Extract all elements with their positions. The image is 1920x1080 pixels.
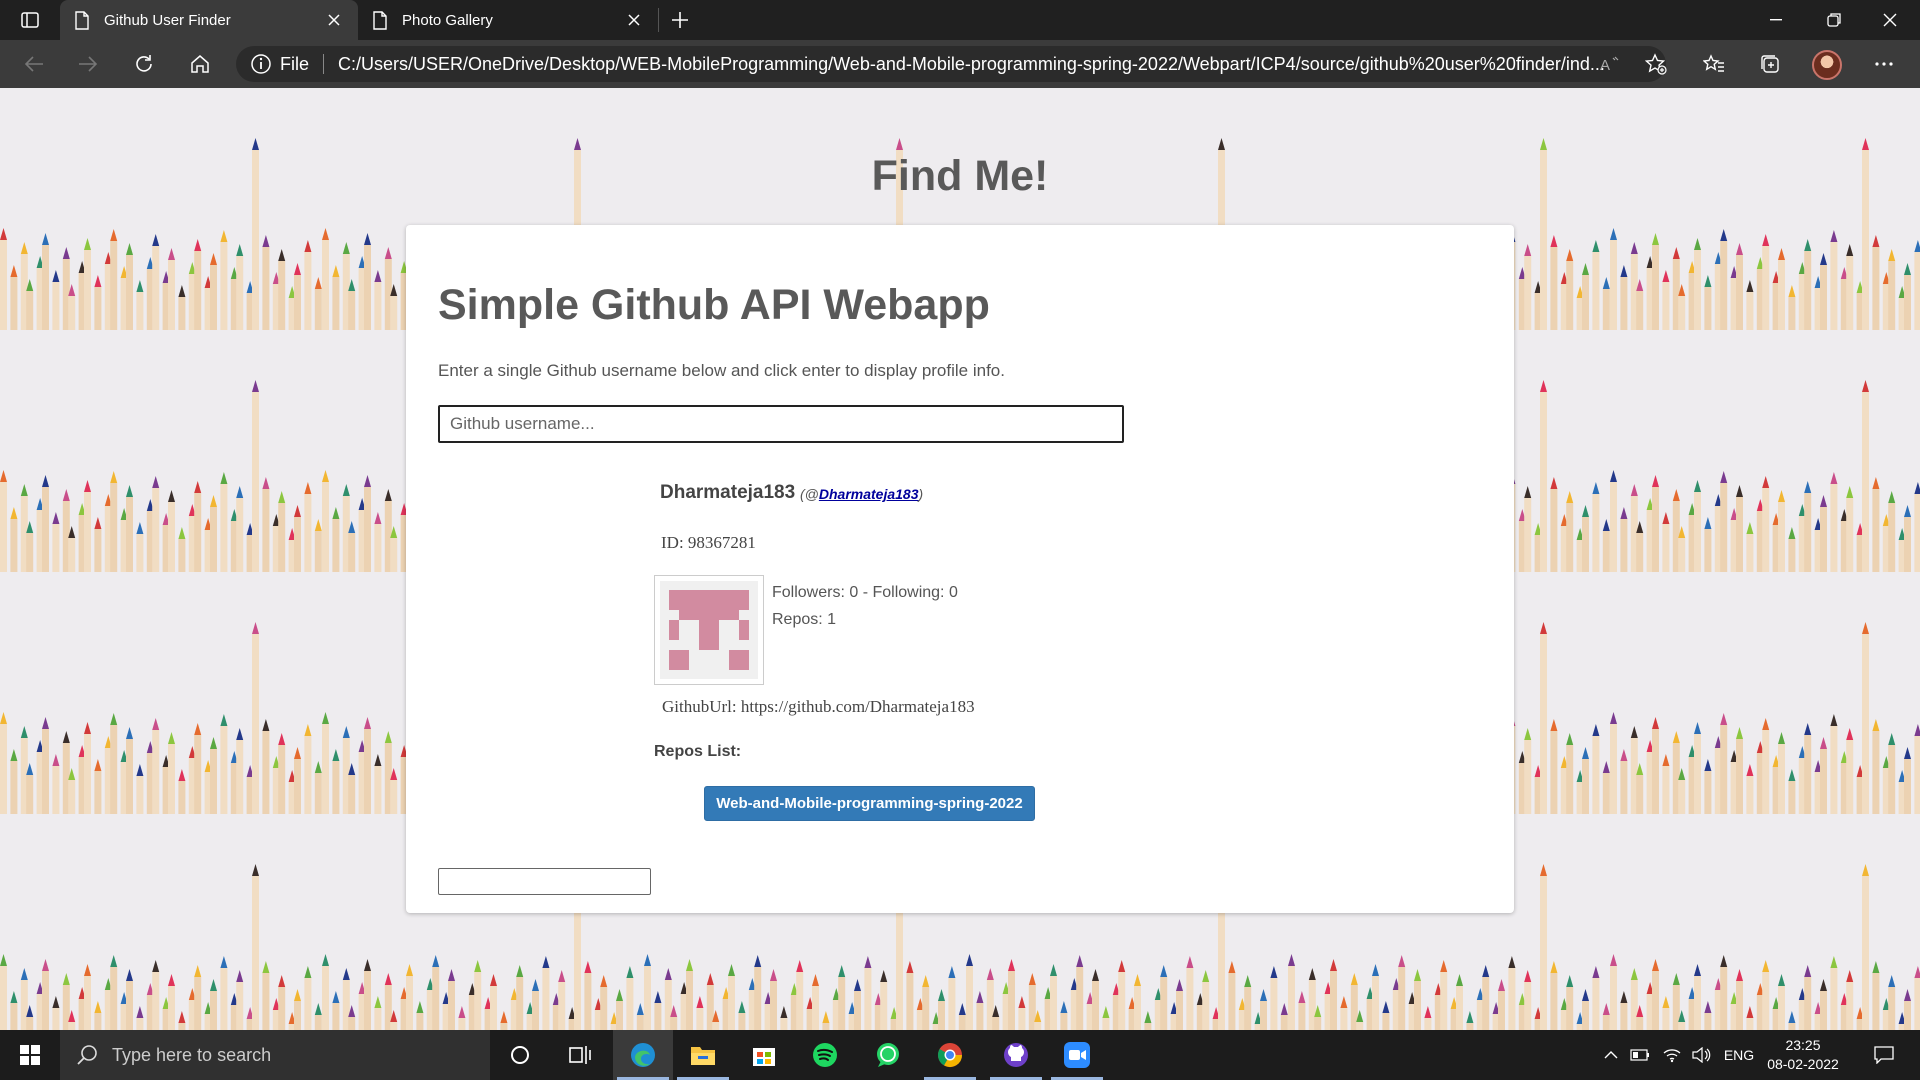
read-aloud-icon[interactable]: A	[1594, 48, 1626, 80]
file-explorer-icon[interactable]	[673, 1030, 733, 1080]
close-icon[interactable]	[1862, 0, 1918, 40]
address-bar[interactable]: File C:/Users/USER/OneDrive/Desktop/WEB-…	[236, 46, 1666, 82]
github-desktop-icon[interactable]	[986, 1030, 1046, 1080]
taskbar-search-placeholder: Type here to search	[112, 1044, 272, 1065]
battery-icon[interactable]	[1626, 1030, 1654, 1080]
github-username-input[interactable]	[438, 405, 1124, 443]
page-viewport: Find Me! Simple Github API Webapp Enter …	[0, 88, 1920, 1030]
info-icon[interactable]	[250, 53, 272, 75]
clock-time: 23:25	[1785, 1037, 1821, 1053]
task-view-icon[interactable]	[550, 1030, 610, 1080]
chevron-up-icon[interactable]	[1598, 1030, 1624, 1080]
tab-label: Github User Finder	[104, 11, 231, 29]
profile-id: ID: 98367281	[661, 533, 756, 552]
avatar	[654, 575, 764, 685]
close-icon[interactable]	[324, 10, 344, 30]
profile-stats: Followers: 0 - Following: 0 Repos: 1	[772, 579, 958, 633]
handle-suffix: )	[918, 486, 924, 502]
browser-toolbar: File C:/Users/USER/OneDrive/Desktop/WEB-…	[0, 40, 1920, 88]
windows-start-icon[interactable]	[0, 1030, 60, 1080]
notifications-icon[interactable]	[1864, 1030, 1904, 1080]
spotify-icon[interactable]	[795, 1030, 855, 1080]
cortana-icon[interactable]	[490, 1030, 550, 1080]
tab-label: Photo Gallery	[402, 11, 493, 29]
repos-list-heading: Repos List:	[654, 743, 742, 760]
more-icon[interactable]	[1868, 48, 1900, 80]
forward-icon[interactable]	[72, 48, 104, 80]
profile-name: Dharmateja183	[660, 482, 796, 503]
profile-handle-link[interactable]: Dharmateja183	[819, 486, 919, 502]
volume-icon[interactable]	[1688, 1030, 1716, 1080]
favorites-icon[interactable]	[1698, 48, 1730, 80]
sidebar-toggle-icon[interactable]	[16, 8, 44, 32]
handle-prefix: (@	[800, 486, 819, 502]
address-separator	[323, 54, 325, 74]
plus-icon[interactable]	[666, 6, 694, 34]
profile-handle: (@Dharmateja183)	[800, 486, 923, 502]
scheme-label: File	[280, 53, 310, 74]
card-title: Simple Github API Webapp	[438, 281, 990, 329]
github-url-text: GithubUrl: https://github.com/Dharmateja…	[662, 697, 975, 716]
taskbar-clock[interactable]: 23:25 08-02-2022	[1760, 1036, 1846, 1074]
empty-text-box[interactable]	[438, 868, 651, 895]
language-indicator[interactable]: ENG	[1718, 1030, 1760, 1080]
refresh-icon[interactable]	[128, 48, 160, 80]
close-icon[interactable]	[624, 10, 644, 30]
whatsapp-icon[interactable]	[858, 1030, 918, 1080]
microsoft-store-icon[interactable]	[734, 1030, 794, 1080]
minimize-icon[interactable]	[1748, 0, 1804, 40]
back-icon[interactable]	[18, 48, 50, 80]
windows-taskbar: Type here to search ENG 23:25 08-02-2022	[0, 1030, 1920, 1080]
chrome-icon[interactable]	[920, 1030, 980, 1080]
collections-icon[interactable]	[1754, 48, 1786, 80]
intro-text: Enter a single Github username below and…	[438, 361, 1005, 380]
restore-icon[interactable]	[1806, 0, 1862, 40]
profile-avatar[interactable]	[1812, 50, 1842, 80]
main-card: Simple Github API Webapp Enter a single …	[406, 225, 1514, 913]
wifi-icon[interactable]	[1658, 1030, 1686, 1080]
page-icon	[372, 10, 388, 30]
edge-icon[interactable]	[613, 1030, 673, 1080]
search-icon	[76, 1044, 98, 1066]
page-icon	[74, 10, 90, 30]
tab-github-user-finder[interactable]: Github User Finder	[60, 0, 358, 40]
svg-text:A: A	[1600, 57, 1610, 73]
tab-divider	[658, 8, 659, 32]
taskbar-search-box[interactable]: Type here to search	[60, 1030, 490, 1080]
browser-tab-bar: Github User Finder Photo Gallery	[0, 0, 1920, 40]
url-text[interactable]: C:/Users/USER/OneDrive/Desktop/WEB-Mobil…	[338, 54, 1666, 75]
repos-count-text: Repos: 1	[772, 611, 837, 628]
tab-photo-gallery[interactable]: Photo Gallery	[358, 0, 658, 40]
clock-date: 08-02-2022	[1767, 1056, 1839, 1072]
add-favorite-icon[interactable]	[1640, 48, 1672, 80]
zoom-icon[interactable]	[1047, 1030, 1107, 1080]
identicon-image	[660, 581, 758, 679]
followers-following-text: Followers: 0 - Following: 0	[772, 584, 958, 601]
page-heading: Find Me!	[871, 152, 1049, 200]
repo-button[interactable]: Web-and-Mobile-programming-spring-2022	[704, 786, 1035, 821]
home-icon[interactable]	[184, 48, 216, 80]
